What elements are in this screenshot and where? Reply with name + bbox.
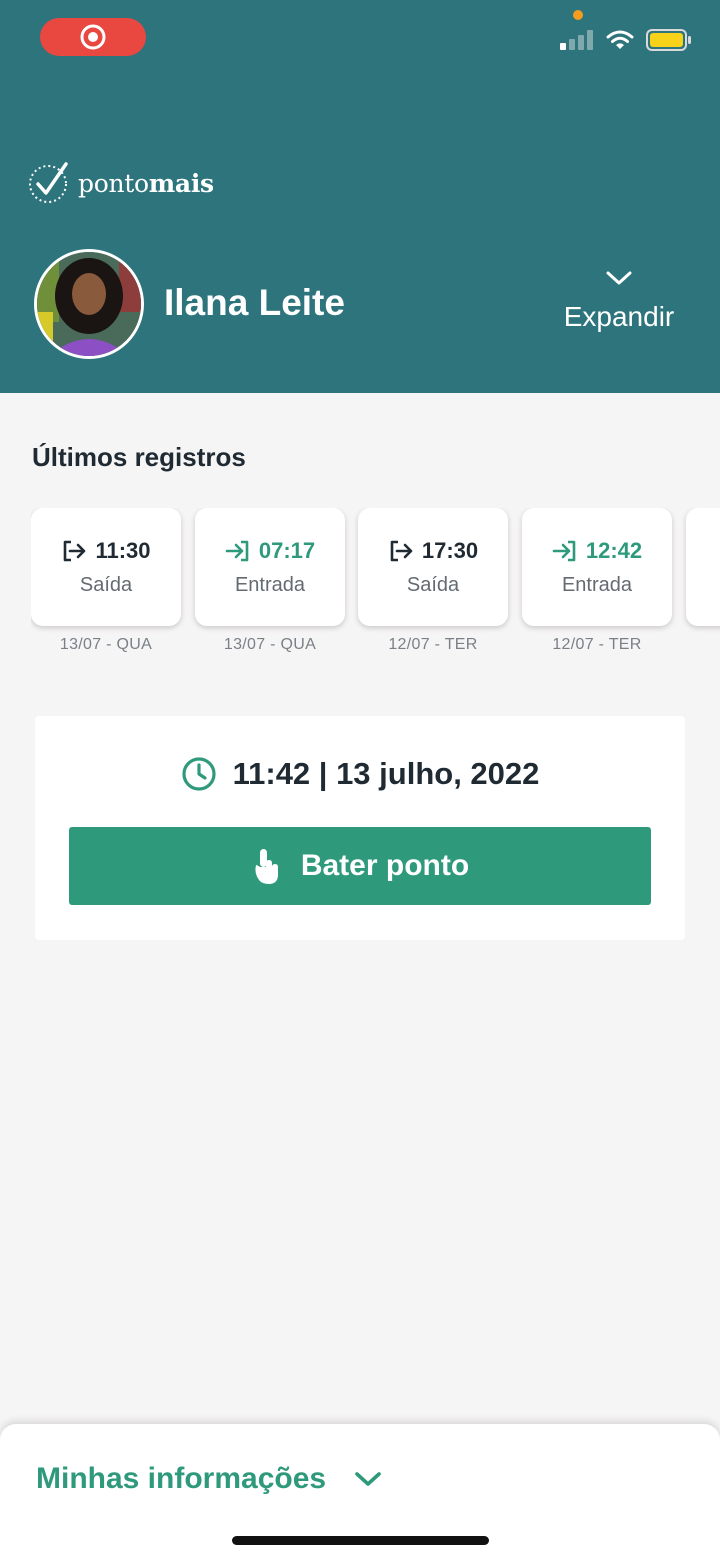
record-icon	[80, 24, 106, 50]
wifi-icon	[606, 30, 634, 49]
user-name: Ilana Leite	[164, 282, 345, 323]
recent-records-list[interactable]: 11:30 Saída 13/07 - QUA 07:17 Entrada 13…	[31, 508, 720, 658]
signal-icon	[560, 30, 593, 50]
record-date: 12/07 - TER	[388, 636, 478, 653]
punch-button-label: Bater ponto	[300, 849, 470, 882]
record-card[interactable]	[686, 508, 720, 626]
avatar-photo	[37, 252, 141, 356]
record-card[interactable]: 17:30 Saída	[358, 508, 508, 626]
privacy-indicator-dot	[573, 10, 583, 20]
screen-recording-indicator[interactable]	[40, 18, 146, 56]
battery-icon	[646, 29, 691, 51]
record-date: 12/07 - TER	[552, 636, 642, 653]
record-time: 07:17	[258, 537, 316, 563]
chevron-down-icon	[606, 271, 632, 285]
logo-check-icon	[29, 162, 68, 203]
record-date: 1	[686, 636, 720, 654]
punch-card: 11:42 | 13 julho, 2022 Bater ponto	[35, 716, 685, 940]
record-card[interactable]: 11:30 Saída	[31, 508, 181, 626]
status-icons	[560, 28, 692, 52]
record-type: Entrada	[234, 573, 306, 596]
record-time: 17:30	[421, 537, 479, 563]
my-info-title: Minhas informações	[36, 1462, 327, 1495]
app-header: pontomais Ilana Leite Expandir	[0, 0, 720, 393]
user-avatar[interactable]	[34, 249, 144, 359]
record-date: 13/07 - QUA	[59, 636, 153, 653]
record-time: 12:42	[585, 537, 643, 563]
record-item[interactable]: 1	[686, 508, 720, 654]
record-card[interactable]: 07:17 Entrada	[195, 508, 345, 626]
chevron-down-icon	[355, 1472, 381, 1486]
exit-icon	[64, 540, 86, 561]
logo-text: pontomais	[78, 168, 214, 198]
record-item[interactable]: 11:30 Saída 13/07 - QUA	[31, 508, 181, 654]
tap-hand-icon	[255, 849, 278, 884]
record-item[interactable]: 07:17 Entrada 13/07 - QUA	[195, 508, 345, 654]
punch-clock-button[interactable]: Bater ponto	[69, 827, 651, 905]
clock-icon	[181, 757, 216, 791]
record-item[interactable]: 17:30 Saída 12/07 - TER	[358, 508, 508, 654]
exit-icon	[390, 540, 413, 561]
expand-label: Expandir	[563, 301, 675, 332]
current-datetime: 11:42 | 13 julho, 2022	[232, 756, 540, 791]
home-indicator[interactable]	[232, 1536, 489, 1545]
entry-icon	[225, 540, 249, 561]
record-item[interactable]: 12:42 Entrada 12/07 - TER	[522, 508, 672, 654]
record-date: 13/07 - QUA	[223, 636, 317, 653]
entry-icon	[552, 540, 576, 561]
record-type: Entrada	[561, 573, 633, 596]
expand-button[interactable]: Expandir	[554, 268, 684, 333]
my-info-toggle[interactable]: Minhas informações	[36, 1462, 382, 1496]
record-card[interactable]: 12:42 Entrada	[522, 508, 672, 626]
record-type: Saída	[406, 573, 460, 596]
record-time: 11:30	[95, 537, 151, 563]
record-type: Saída	[79, 573, 133, 596]
recent-records-title: Últimos registros	[32, 442, 246, 472]
pontomais-logo: pontomais	[26, 160, 214, 206]
